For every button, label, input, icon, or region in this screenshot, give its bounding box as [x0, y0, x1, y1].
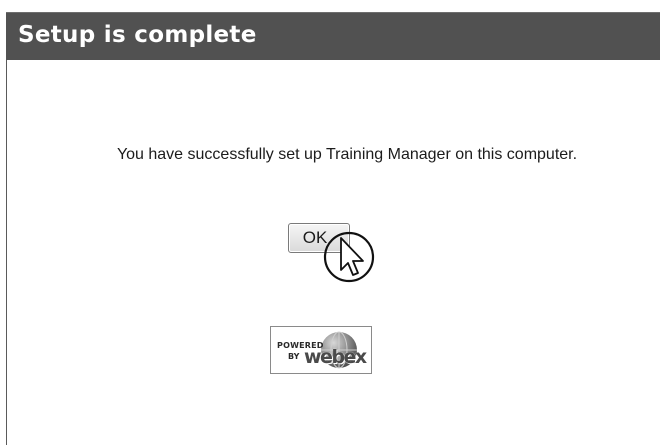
title-bar: Setup is complete [6, 12, 660, 60]
powered-by-webex-badge: POWERED BY webex [270, 326, 372, 374]
setup-complete-window: Setup is complete You have successfully … [0, 0, 660, 445]
badge-by-text: BY [288, 352, 300, 361]
dialog-title: Setup is complete [18, 22, 257, 48]
window-left-border [6, 60, 7, 445]
badge-brand-text: webex [304, 346, 367, 368]
success-message: You have successfully set up Training Ma… [116, 146, 578, 163]
ok-button[interactable]: OK [288, 223, 350, 253]
